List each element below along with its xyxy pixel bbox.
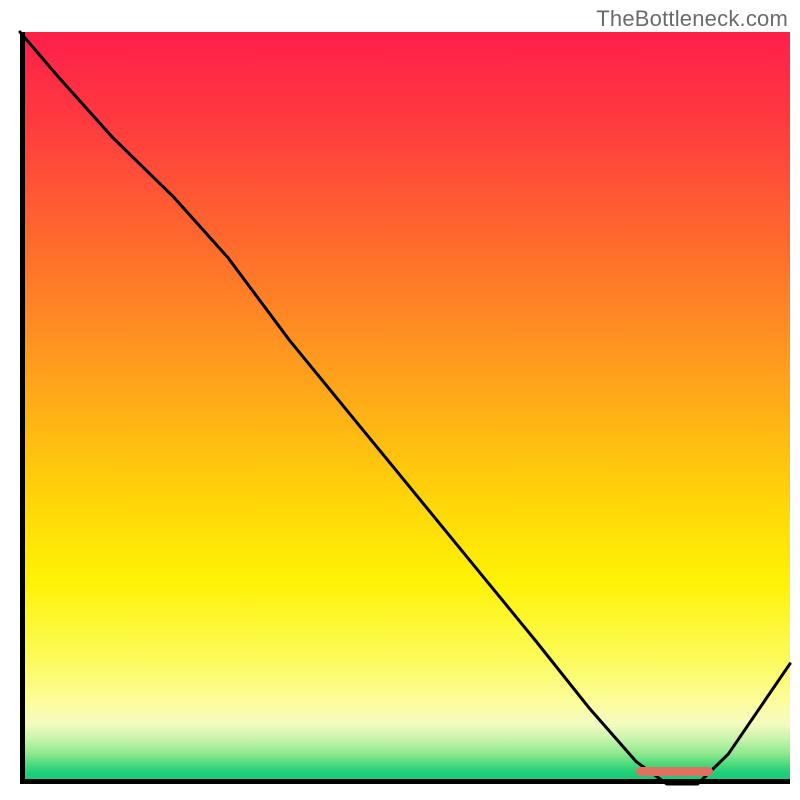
bottleneck-curve — [20, 32, 790, 784]
optimal-zone-marker — [636, 767, 713, 776]
watermark-text: TheBottleneck.com — [596, 6, 788, 32]
chart-stage: TheBottleneck.com — [0, 0, 800, 800]
curve-path — [20, 32, 790, 784]
y-axis-line — [20, 32, 25, 784]
x-axis-line — [20, 779, 790, 784]
plot-area — [20, 32, 790, 784]
